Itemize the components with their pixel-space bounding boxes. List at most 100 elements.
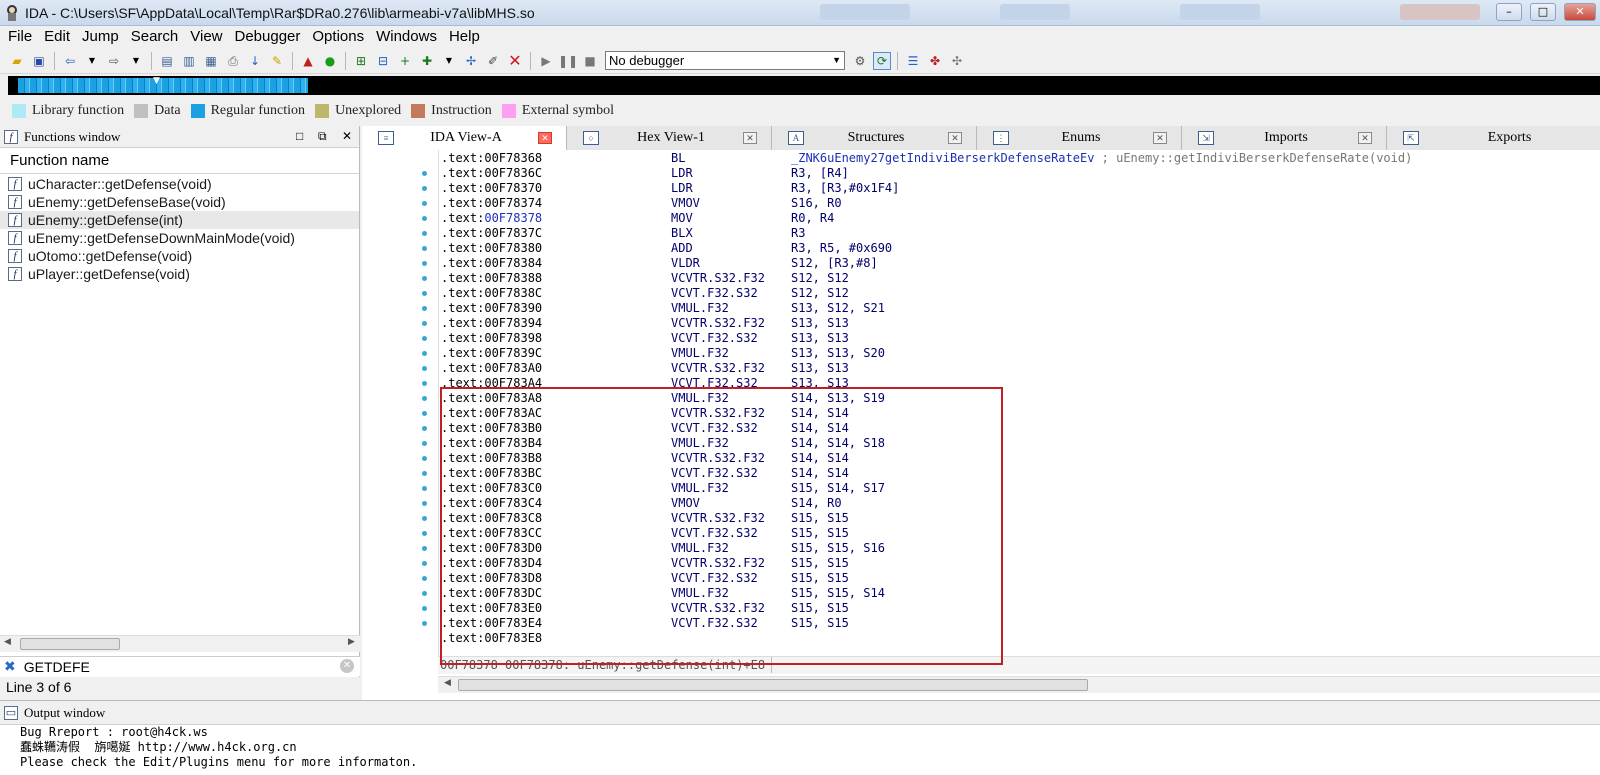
attach-icon[interactable]: ⚙	[851, 52, 869, 70]
text-search-icon[interactable]: ▥	[180, 52, 198, 70]
tab-exports[interactable]: ⇱ Exports	[1387, 126, 1600, 150]
immediate-search-icon[interactable]: ▦	[202, 52, 220, 70]
function-list-item[interactable]: f uPlayer::getDefense(void)	[0, 265, 359, 283]
breakpoint-dot-icon[interactable]	[422, 201, 427, 206]
disasm-line[interactable]: .text:00F783A0 VCVTR.S32.F32 S13, S13	[441, 361, 1541, 376]
maximize-button[interactable]: □	[1530, 3, 1556, 21]
delete-icon[interactable]: ✕	[506, 52, 524, 70]
functions-horizontal-scrollbar[interactable]: ◀ ▶	[0, 635, 360, 652]
tab-enums[interactable]: ⋮ Enums ✕	[977, 126, 1182, 150]
menu-edit[interactable]: Edit	[38, 27, 76, 47]
function-filter-input[interactable]: GETDEFE	[24, 659, 90, 675]
breakpoint-dot-icon[interactable]	[422, 456, 427, 461]
tab-structures[interactable]: A Structures ✕	[772, 126, 977, 150]
chevron-down-icon[interactable]: ▼	[440, 52, 458, 70]
menu-file[interactable]: File	[2, 27, 38, 47]
breakpoint-dot-icon[interactable]	[422, 531, 427, 536]
breakpoint-dot-icon[interactable]	[422, 336, 427, 341]
breakpoint-dot-icon[interactable]	[422, 606, 427, 611]
xref-icon[interactable]: ✢	[462, 52, 480, 70]
menu-debugger[interactable]: Debugger	[229, 27, 307, 47]
add-enum-icon[interactable]: ✚	[418, 52, 436, 70]
close-window-button[interactable]: ✕	[1564, 3, 1596, 21]
disasm-line[interactable]: .text:00F78388 VCVTR.S32.F32 S12, S12	[441, 271, 1541, 286]
breakpoint-dot-icon[interactable]	[422, 321, 427, 326]
run-green-icon[interactable]: ●	[321, 52, 339, 70]
breakpoint-dot-icon[interactable]	[422, 486, 427, 491]
breakpoint-dot-icon[interactable]	[422, 411, 427, 416]
menu-windows[interactable]: Windows	[370, 27, 443, 47]
chevron-down-icon[interactable]: ▼	[127, 52, 145, 70]
tools-icon[interactable]: ✣	[948, 52, 966, 70]
breakpoint-dot-icon[interactable]	[422, 216, 427, 221]
close-tab-icon[interactable]: ✕	[743, 132, 757, 144]
breakpoint-dot-icon[interactable]	[422, 471, 427, 476]
sync-icon[interactable]: ⟳	[873, 51, 891, 70]
disasm-line[interactable]: .text:00F78394 VCVTR.S32.F32 S13, S13	[441, 316, 1541, 331]
disasm-line[interactable]: .text:00F78398 VCVT.F32.S32 S13, S13	[441, 331, 1541, 346]
disasm-line[interactable]: .text:00F78370 LDR R3, [R3,#0x1F4]	[441, 181, 1541, 196]
breakpoint-dot-icon[interactable]	[422, 516, 427, 521]
breakpoint-dot-icon[interactable]	[422, 261, 427, 266]
menu-jump[interactable]: Jump	[76, 27, 125, 47]
graph-icon[interactable]: ▲	[299, 52, 317, 70]
tab-hex-view-1[interactable]: ○ Hex View-1 ✕	[567, 126, 772, 150]
patch-icon[interactable]: ✎	[268, 52, 286, 70]
function-list-item[interactable]: f uEnemy::getDefense(int)	[0, 211, 359, 229]
breakpoint-dot-icon[interactable]	[422, 576, 427, 581]
restore-icon[interactable]: □	[296, 129, 303, 144]
pause-icon[interactable]: ❚❚	[558, 52, 578, 70]
close-tab-icon[interactable]: ✕	[1153, 132, 1167, 144]
breakpoint-dot-icon[interactable]	[422, 396, 427, 401]
close-tab-icon[interactable]: ✕	[1358, 132, 1372, 144]
breakpoint-dot-icon[interactable]	[422, 291, 427, 296]
open-icon[interactable]: ▰	[8, 52, 26, 70]
print-icon[interactable]: ⎙	[224, 52, 242, 70]
download-arrow-icon[interactable]: ↓	[246, 52, 264, 70]
disasm-line[interactable]: .text:00F78368 BL _ZNK6uEnemy27getIndiviBe…	[441, 151, 1541, 166]
function-name-column-header[interactable]: Function name	[0, 148, 359, 174]
close-tab-icon[interactable]: ✕	[948, 132, 962, 144]
breakpoint-dot-icon[interactable]	[422, 546, 427, 551]
stop-icon[interactable]: ■	[581, 52, 599, 70]
scroll-left-icon[interactable]: ◀	[4, 637, 11, 647]
disasm-line[interactable]: .text:00F7839C VMUL.F32 S13, S13, S20	[441, 346, 1541, 361]
play-icon[interactable]: ▶	[537, 52, 555, 70]
breakpoint-dot-icon[interactable]	[422, 306, 427, 311]
scroll-left-icon[interactable]: ◀	[444, 678, 451, 688]
close-icon[interactable]: ✕	[342, 129, 352, 144]
add-segment-icon[interactable]: ⊟	[374, 52, 392, 70]
breakpoint-dot-icon[interactable]	[422, 366, 427, 371]
binary-search-icon[interactable]: ▤	[158, 52, 176, 70]
scrollbar-thumb[interactable]	[20, 638, 120, 650]
navigation-band[interactable]: ▼	[8, 76, 1600, 95]
breakpoint-dot-icon[interactable]	[422, 276, 427, 281]
tab-imports[interactable]: ⇲ Imports ✕	[1182, 126, 1387, 150]
function-list-item[interactable]: f uEnemy::getDefenseBase(void)	[0, 193, 359, 211]
close-filter-icon[interactable]: ✖	[4, 659, 16, 675]
function-list-item[interactable]: f uEnemy::getDefenseDownMainMode(void)	[0, 229, 359, 247]
breakpoint-dot-icon[interactable]	[422, 561, 427, 566]
breakpoint-dot-icon[interactable]	[422, 441, 427, 446]
disassembly-horizontal-scrollbar[interactable]: ◀	[438, 676, 1600, 693]
menu-view[interactable]: View	[184, 27, 228, 47]
disasm-line[interactable]: .text:00F78384 VLDR S12, [R3,#8]	[441, 256, 1541, 271]
breakpoint-dot-icon[interactable]	[422, 426, 427, 431]
disasm-line[interactable]: .text:00F7836C LDR R3, [R4]	[441, 166, 1541, 181]
forward-icon[interactable]: ⇨	[105, 52, 123, 70]
close-tab-icon[interactable]: ✕	[538, 132, 552, 144]
save-icon[interactable]: ▣	[30, 52, 48, 70]
float-icon[interactable]: ⧉	[318, 129, 327, 144]
scroll-right-icon[interactable]: ▶	[348, 637, 355, 647]
function-list-item[interactable]: f uOtomo::getDefense(void)	[0, 247, 359, 265]
add-struct-icon[interactable]: +	[396, 52, 414, 70]
chevron-down-icon[interactable]: ▼	[83, 52, 101, 70]
debugger-select[interactable]: No debugger ▼	[605, 51, 845, 70]
scrollbar-thumb[interactable]	[458, 679, 1088, 691]
disasm-line[interactable]: .text:00F7838C VCVT.F32.S32 S12, S12	[441, 286, 1541, 301]
disasm-line[interactable]: .text:00F78390 VMUL.F32 S13, S12, S21	[441, 301, 1541, 316]
clear-filter-icon[interactable]: ✕	[340, 659, 354, 673]
breakpoint-dot-icon[interactable]	[422, 381, 427, 386]
menu-search[interactable]: Search	[125, 27, 185, 47]
disasm-line[interactable]: .text:00F78378 MOV R0, R4	[441, 211, 1541, 226]
